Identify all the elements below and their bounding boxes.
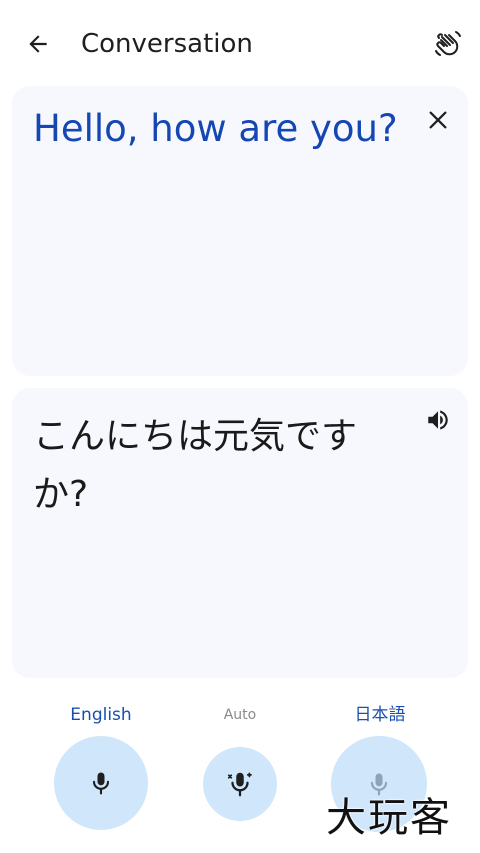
target-card: こんにちは元気ですか? — [12, 388, 468, 678]
speaker-icon — [428, 410, 448, 430]
source-text[interactable]: Hello, how are you? — [33, 104, 403, 154]
source-card: Hello, how are you? — [12, 86, 468, 376]
mic-auto-button[interactable] — [203, 747, 277, 821]
microphone-icon — [370, 773, 388, 796]
translation-text: こんにちは元気ですか? — [33, 416, 358, 515]
page-title: Conversation — [81, 29, 253, 59]
back-button[interactable] — [20, 26, 56, 62]
language-auto-label[interactable]: Auto — [200, 703, 280, 727]
mic-left-button[interactable] — [54, 736, 148, 830]
arrow-left-icon — [29, 35, 47, 53]
auto-detect-microphone-icon — [227, 772, 252, 797]
close-icon — [429, 111, 447, 129]
language-left-button[interactable]: English — [51, 703, 151, 727]
watermark: 大玩客 — [326, 795, 452, 841]
clear-button[interactable] — [422, 104, 454, 136]
language-right-button[interactable]: 日本語 — [330, 703, 430, 727]
app-header: Conversation — [0, 0, 480, 88]
waving-hand-icon — [435, 31, 461, 56]
microphone-icon — [92, 772, 110, 795]
wave-button[interactable] — [428, 24, 468, 64]
speak-button[interactable] — [422, 404, 454, 436]
